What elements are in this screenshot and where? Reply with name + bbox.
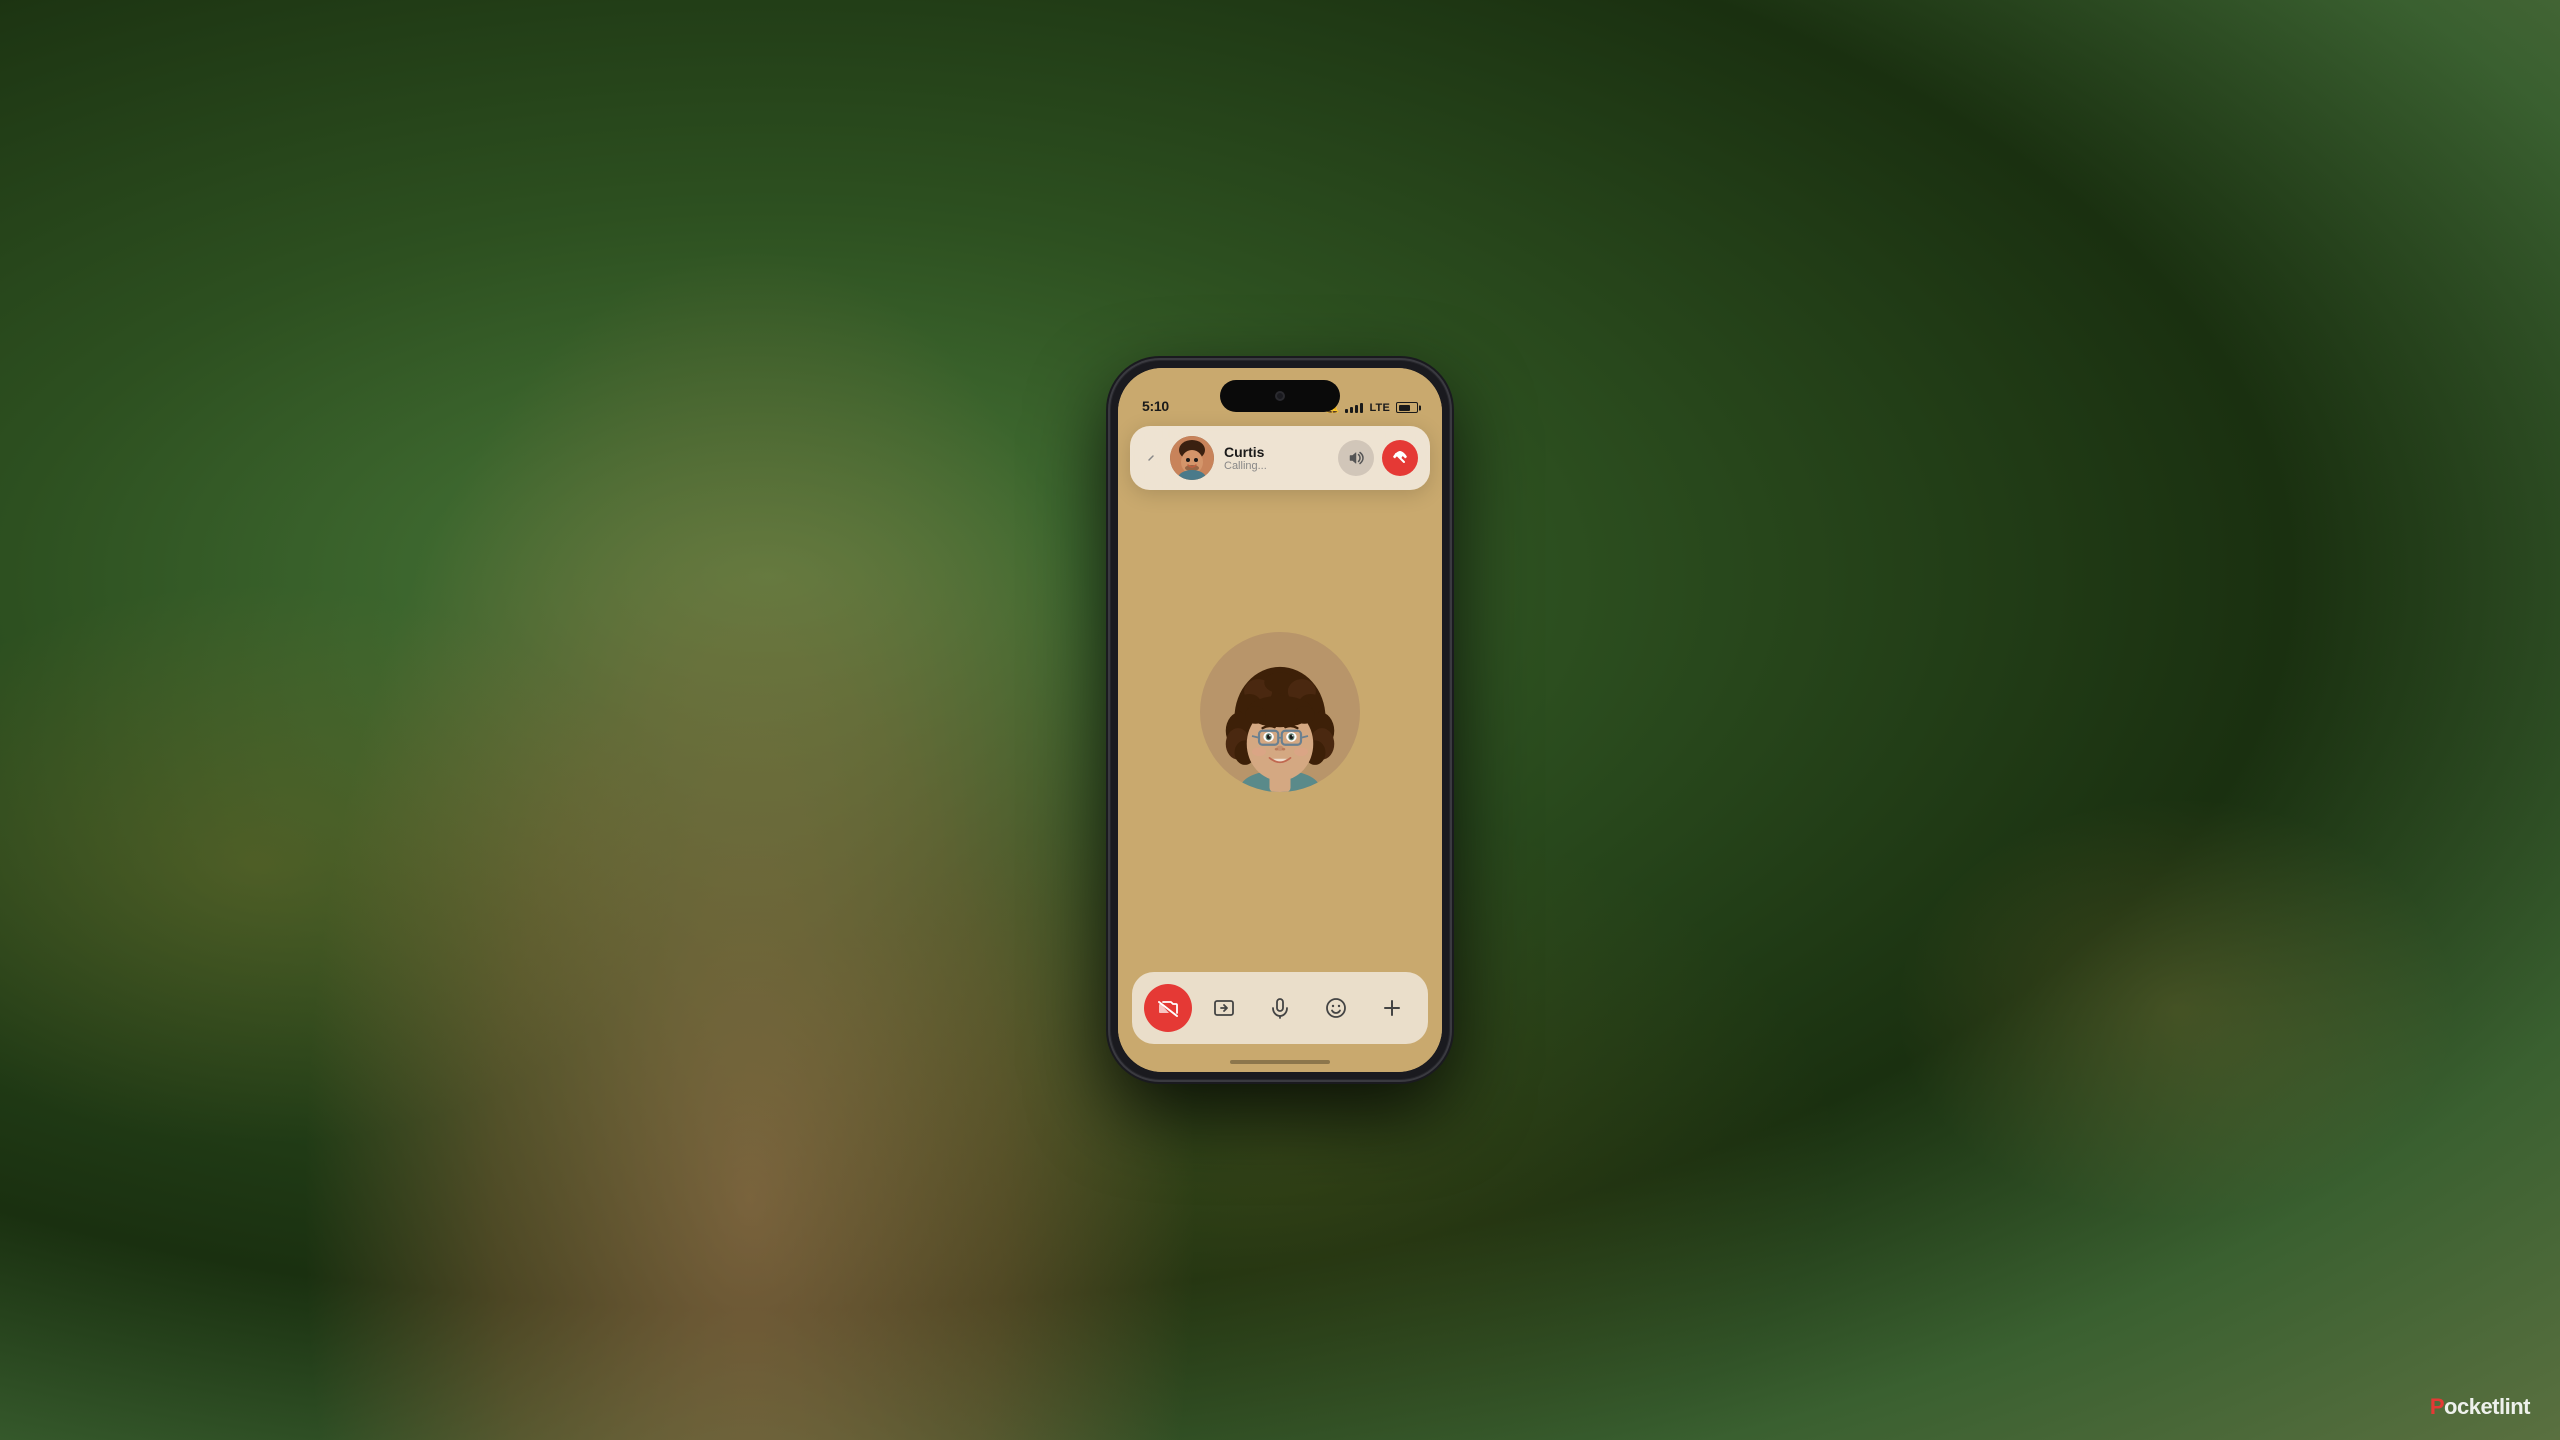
speaker-icon <box>1347 449 1365 467</box>
mute-button[interactable] <box>1256 984 1304 1032</box>
banner-chevron-icon[interactable] <box>1142 449 1160 467</box>
status-time: 5:10 <box>1142 398 1169 414</box>
hand-overlay <box>300 240 1200 1440</box>
contact-avatar-main <box>1200 632 1360 792</box>
watermark-text: ocketlint <box>2444 1394 2530 1419</box>
emoji-button[interactable] <box>1312 984 1360 1032</box>
status-right: 🔔 LTE <box>1326 401 1418 414</box>
screen-share-icon <box>1213 997 1235 1019</box>
banner-action-buttons <box>1338 440 1418 476</box>
watermark: Pocketlint <box>2430 1394 2530 1420</box>
camera-off-icon <box>1157 997 1179 1019</box>
signal-bar-4 <box>1360 403 1363 413</box>
camera-off-button[interactable] <box>1144 984 1192 1032</box>
banner-contact-info: Curtis Calling... <box>1224 444 1328 473</box>
signal-bar-3 <box>1355 405 1358 413</box>
home-indicator <box>1230 1060 1330 1064</box>
decline-icon <box>1391 449 1409 467</box>
network-type: LTE <box>1369 402 1390 414</box>
signal-bar-2 <box>1350 407 1353 413</box>
call-banner: Curtis Calling... <box>1130 426 1430 490</box>
contact-memoji-circle <box>1200 632 1360 792</box>
dynamic-island <box>1220 380 1340 412</box>
phone-screen: 5:10 🔔 LTE <box>1118 368 1442 1072</box>
battery-fill <box>1399 405 1411 411</box>
decline-call-button[interactable] <box>1382 440 1418 476</box>
call-status: Calling... <box>1224 460 1328 472</box>
speaker-button[interactable] <box>1338 440 1374 476</box>
phone-wrapper: 5:10 🔔 LTE <box>1110 360 1450 1080</box>
curtis-memoji-icon <box>1170 436 1214 480</box>
add-icon <box>1381 997 1403 1019</box>
screen-share-button[interactable] <box>1200 984 1248 1032</box>
signal-bars <box>1345 403 1363 413</box>
emoji-icon <box>1325 997 1347 1019</box>
contact-avatar-small <box>1170 436 1214 480</box>
dynamic-island-dot <box>1275 391 1285 401</box>
battery-indicator <box>1396 402 1418 413</box>
phone-frame: 5:10 🔔 LTE <box>1110 360 1450 1080</box>
add-button[interactable] <box>1368 984 1416 1032</box>
contact-name: Curtis <box>1224 444 1328 461</box>
signal-bar-1 <box>1345 409 1348 413</box>
microphone-icon <box>1269 997 1291 1019</box>
call-controls-bar <box>1132 972 1428 1044</box>
female-memoji-svg <box>1210 652 1350 792</box>
screen-background: 5:10 🔔 LTE <box>1118 368 1442 1072</box>
watermark-p: P <box>2430 1394 2444 1419</box>
